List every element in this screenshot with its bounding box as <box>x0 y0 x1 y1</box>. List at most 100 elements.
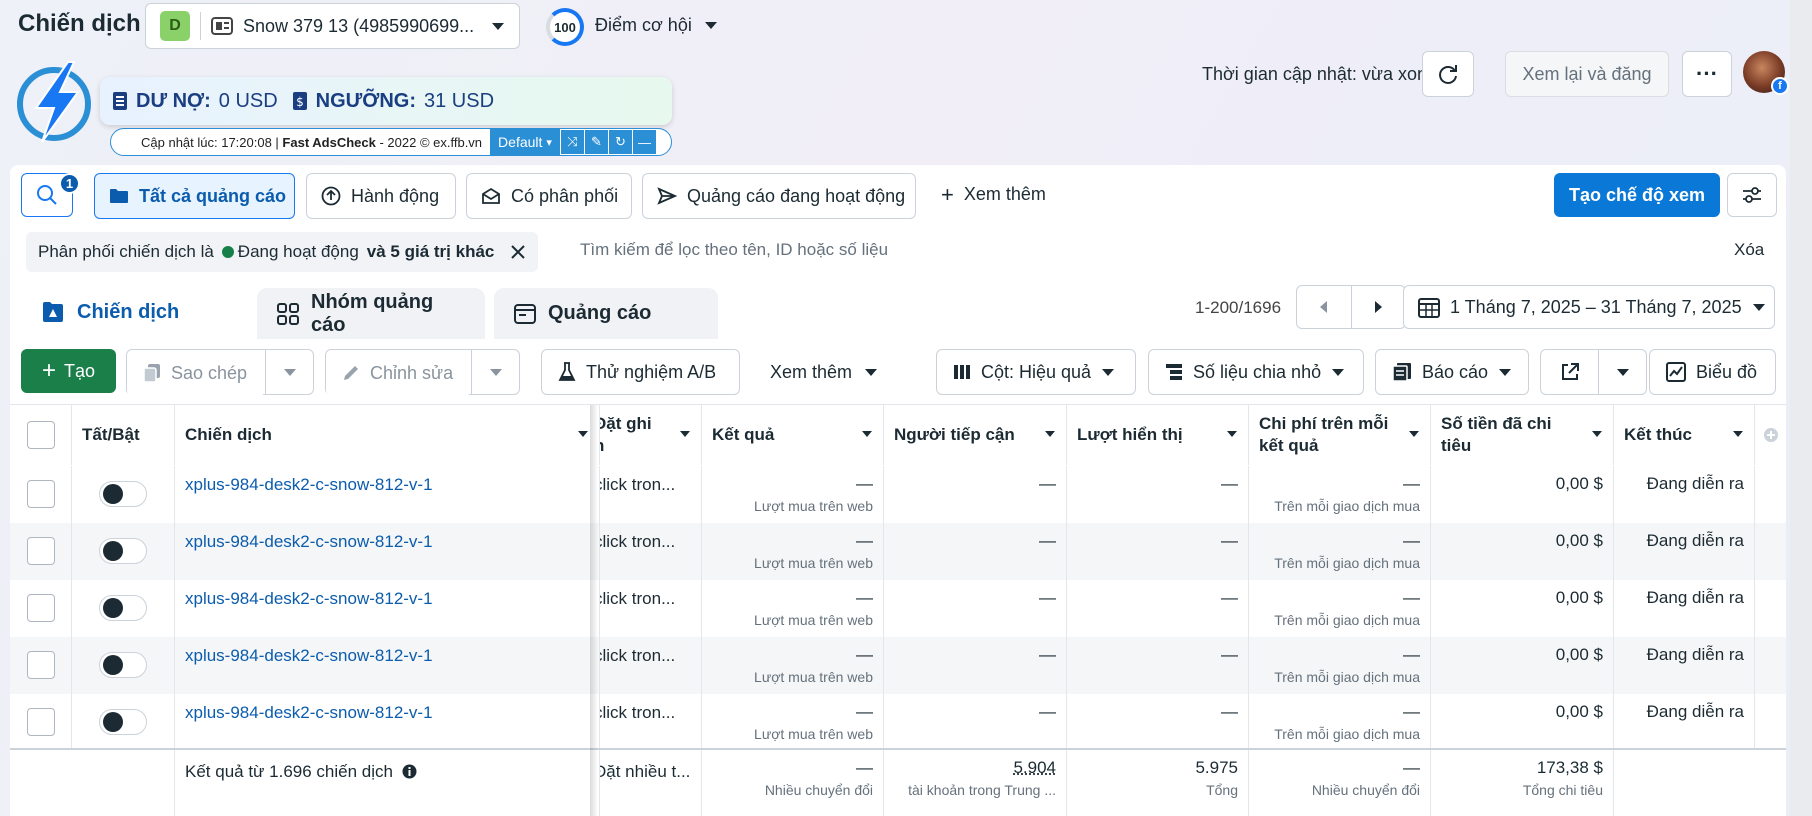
opportunity-dropdown[interactable]: Điểm cơ hội <box>595 15 718 36</box>
table-row[interactable]: xplus-984-desk2-c-snow-812-v-1 click tron… <box>10 466 1786 523</box>
refresh-button[interactable] <box>1422 51 1474 97</box>
next-page-button[interactable] <box>1352 286 1406 328</box>
row-bid-cell: click tron... <box>600 466 702 523</box>
edit-button[interactable]: Chỉnh sửa <box>326 350 471 396</box>
clear-filters-link[interactable]: Xóa <box>1734 240 1764 260</box>
header-impressions[interactable]: Lượt hiển thị <box>1067 405 1249 465</box>
filter-actions[interactable]: Hành động <box>306 173 456 219</box>
info-icon[interactable] <box>402 764 417 779</box>
tab-ads[interactable]: Quảng cáo <box>494 288 718 339</box>
edit-icon: ✎ <box>590 134 602 149</box>
row-bid-cell: click tron... <box>600 523 702 580</box>
row-cpr-cell: — Trên mỗi giao dịch mua <box>1249 694 1431 751</box>
scrollbar[interactable] <box>1790 0 1812 816</box>
export-button[interactable] <box>1541 350 1598 394</box>
view-settings-button[interactable] <box>1727 173 1777 217</box>
header-amount-spent[interactable]: Số tiền đã chi tiêu <box>1431 405 1614 465</box>
results-type: Lượt mua trên web <box>754 612 873 628</box>
header-cost-per-result[interactable]: Chi phí trên mỗi kết quả <box>1249 405 1431 465</box>
row-checkbox[interactable] <box>26 708 55 736</box>
row-checkbox[interactable] <box>26 651 55 679</box>
copy-icon <box>143 363 161 383</box>
header-label: Người tiếp cận <box>894 425 1015 444</box>
edit-button[interactable]: ✎ <box>583 130 608 154</box>
sync-button[interactable]: ↻ <box>607 130 632 154</box>
mode-select[interactable]: Default ▾ <box>490 129 560 155</box>
header-label: Chiến dịch <box>185 425 272 444</box>
row-checkbox[interactable] <box>26 594 55 622</box>
summary-sub: Nhiều chuyển đổi <box>764 782 873 798</box>
more-options-button[interactable]: ··· <box>1682 51 1732 97</box>
copy-group: Sao chép <box>126 349 314 396</box>
campaign-toggle[interactable] <box>99 538 147 564</box>
header-reach[interactable]: Người tiếp cận <box>884 405 1067 465</box>
prev-page-button[interactable] <box>1297 286 1352 328</box>
review-publish-button[interactable]: Xem lại và đăng <box>1505 51 1669 97</box>
divider <box>200 12 201 40</box>
row-toggle-cell <box>72 637 175 694</box>
filter-all-ads[interactable]: Tất cả quảng cáo <box>94 173 295 219</box>
export-dropdown[interactable] <box>1598 350 1646 394</box>
row-checkbox[interactable] <box>26 480 55 508</box>
filter-delivering[interactable]: Có phân phối <box>466 173 632 219</box>
breakdown-button[interactable]: Số liệu chia nhỏ <box>1148 349 1364 395</box>
copy-dropdown[interactable] <box>265 350 313 394</box>
cpr-value: — <box>1403 474 1420 493</box>
columns-button[interactable]: Cột: Hiệu quả <box>936 349 1136 395</box>
date-range-picker[interactable]: 1 Tháng 7, 2025 – 31 Tháng 7, 2025 <box>1403 285 1775 329</box>
campaign-toggle[interactable] <box>99 595 147 621</box>
campaign-toggle[interactable] <box>99 652 147 678</box>
row-ends-cell: Đang diễn ra <box>1614 694 1755 751</box>
header-bid-strategy[interactable]: Đặt ghi n <box>600 405 702 465</box>
ab-test-button[interactable]: Thử nghiệm A/B <box>541 349 740 395</box>
header-ends[interactable]: Kết thúc <box>1614 405 1755 465</box>
header-results[interactable]: Kết quả <box>702 405 884 465</box>
select-all-checkbox[interactable] <box>26 421 55 449</box>
reports-button[interactable]: Báo cáo <box>1375 349 1529 395</box>
add-column-cell[interactable] <box>1755 405 1786 465</box>
chevron-down-icon <box>704 21 718 30</box>
campaign-name-link[interactable]: xplus-984-desk2-c-snow-812-v-1 <box>185 703 433 722</box>
chart-button[interactable]: Biểu đồ <box>1649 349 1776 395</box>
opportunity-score[interactable]: 100 <box>546 8 584 46</box>
summary-sub: tài khoản trong Trung ... <box>908 782 1056 798</box>
invoice-icon: $ <box>292 91 308 111</box>
create-view-button[interactable]: Tạo chế độ xem <box>1554 173 1720 217</box>
copy-button[interactable]: Sao chép <box>127 350 265 396</box>
table-row[interactable]: xplus-984-desk2-c-snow-812-v-1 click tron… <box>10 637 1786 694</box>
external-link-icon <box>1560 362 1580 382</box>
header-campaign[interactable]: Chiến dịch <box>175 405 600 465</box>
filter-chip[interactable]: Phân phối chiến dịch là Đang hoạt động v… <box>26 232 539 272</box>
table-row[interactable]: xplus-984-desk2-c-snow-812-v-1 click tron… <box>10 580 1786 637</box>
campaign-name-link[interactable]: xplus-984-desk2-c-snow-812-v-1 <box>185 646 433 665</box>
table-row[interactable]: xplus-984-desk2-c-snow-812-v-1 click tron… <box>10 694 1786 751</box>
campaign-name-link[interactable]: xplus-984-desk2-c-snow-812-v-1 <box>185 475 433 494</box>
row-checkbox[interactable] <box>26 537 55 565</box>
tab-ad-sets[interactable]: Nhóm quảng cáo <box>257 288 485 339</box>
account-selector[interactable]: D Snow 379 13 (4985990699... <box>145 3 520 49</box>
status-dot <box>221 246 234 258</box>
table-row[interactable]: xplus-984-desk2-c-snow-812-v-1 click tron… <box>10 523 1786 580</box>
campaign-name-link[interactable]: xplus-984-desk2-c-snow-812-v-1 <box>185 532 433 551</box>
row-ends-cell: Đang diễn ra <box>1614 580 1755 637</box>
edit-dropdown[interactable] <box>471 350 519 394</box>
header-label: n <box>600 435 604 457</box>
filter-search-input[interactable]: Tìm kiếm để lọc theo tên, ID hoặc số liệ… <box>580 240 888 260</box>
row-reach-cell: — <box>884 694 1067 751</box>
shuffle-button[interactable]: ⤨ <box>559 130 584 154</box>
tab-campaigns[interactable]: Chiến dịch <box>21 285 247 339</box>
close-icon[interactable] <box>510 244 526 260</box>
filter-label: Quảng cáo đang hoạt động <box>687 185 906 206</box>
create-button[interactable]: + Tạo <box>21 349 116 393</box>
minimize-button[interactable]: — <box>631 130 656 154</box>
campaign-name-link[interactable]: xplus-984-desk2-c-snow-812-v-1 <box>185 589 433 608</box>
filter-active-ads[interactable]: Quảng cáo đang hoạt động <box>642 173 916 219</box>
campaign-toggle[interactable] <box>99 709 147 735</box>
filter-see-more[interactable]: + Xem thêm <box>941 183 1046 205</box>
summary-sub: Nhiều chuyển đổi <box>1311 782 1420 798</box>
more-actions-button[interactable]: Xem thêm <box>770 362 878 383</box>
tab-label: Nhóm quảng cáo <box>311 290 434 336</box>
campaign-toggle[interactable] <box>99 481 147 507</box>
summary-value[interactable]: 5.904 <box>894 758 1056 778</box>
summary-amount-spent: 173,38 $ Tổng chi tiêu <box>1431 750 1614 816</box>
